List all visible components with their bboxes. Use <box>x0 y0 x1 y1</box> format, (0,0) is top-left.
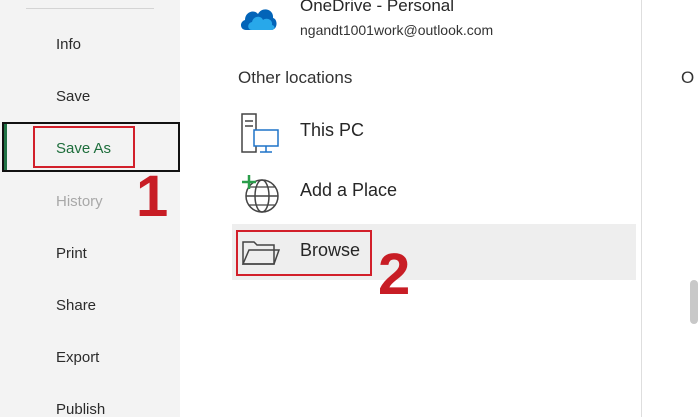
nav-item-info[interactable]: Info <box>56 36 81 53</box>
annotation-step-1: 1 <box>136 164 169 229</box>
annotation-box-browse <box>236 230 372 276</box>
annotation-box-save-as <box>33 126 135 168</box>
nav-item-publish[interactable]: Publish <box>56 401 105 417</box>
onedrive-title[interactable]: OneDrive - Personal <box>300 0 454 16</box>
nav-item-history: History <box>56 193 103 210</box>
right-panel <box>642 0 700 417</box>
onedrive-email: ngandt1001work@outlook.com <box>300 22 494 38</box>
nav-item-print[interactable]: Print <box>56 245 87 262</box>
location-label: Add a Place <box>300 180 398 200</box>
location-add-a-place[interactable]: Add a Place <box>232 164 636 220</box>
other-locations-heading: Other locations <box>238 68 353 87</box>
nav-divider <box>26 8 154 9</box>
globe-add-icon <box>240 172 280 213</box>
nav-item-save[interactable]: Save <box>56 88 90 105</box>
location-this-pc[interactable]: This PC <box>232 104 636 160</box>
computer-icon <box>240 112 280 153</box>
location-label: This PC <box>300 120 365 140</box>
nav-item-export[interactable]: Export <box>56 349 99 366</box>
nav-item-share[interactable]: Share <box>56 297 96 314</box>
scrollbar-thumb[interactable] <box>690 280 698 324</box>
right-panel-heading: O <box>681 68 695 87</box>
annotation-step-2: 2 <box>378 242 411 307</box>
cloud-icon <box>238 0 278 34</box>
